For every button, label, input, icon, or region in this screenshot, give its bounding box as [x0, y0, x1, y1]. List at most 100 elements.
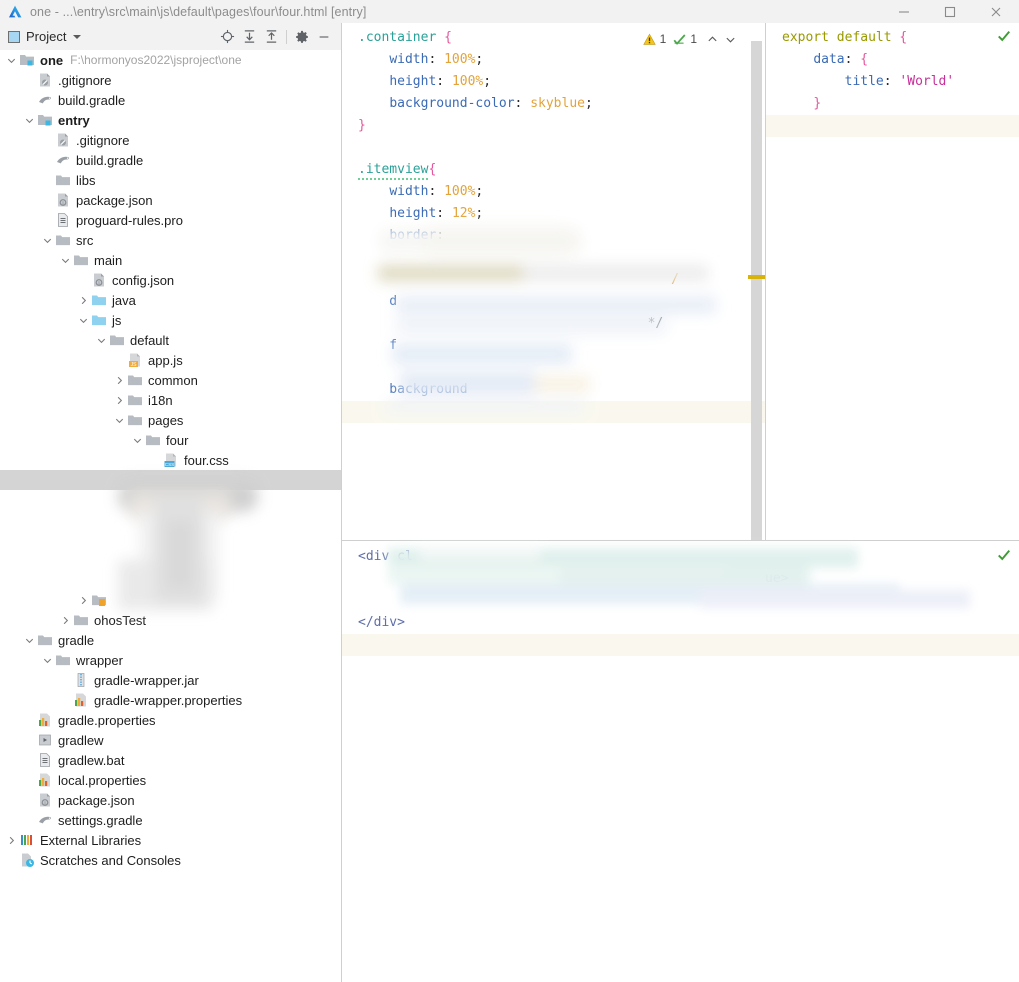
tree-row[interactable]	[0, 570, 341, 590]
chevron-down-icon[interactable]	[24, 635, 35, 646]
tree-item-libs[interactable]: libs	[0, 170, 341, 190]
tree-item-settings-gradle[interactable]: settings.gradle	[0, 810, 341, 830]
tree-item-gradle-wrapper-jar[interactable]: gradle-wrapper.jar	[0, 670, 341, 690]
code-line[interactable]	[358, 247, 765, 269]
tree-item-gradlew-bat[interactable]: gradlew.bat	[0, 750, 341, 770]
four-html-editor[interactable]: <div cl ue></div>	[342, 542, 1019, 982]
code-line[interactable]: height: 12%;	[358, 203, 765, 225]
code-line[interactable]: d	[358, 291, 765, 313]
chevron-down-icon[interactable]	[60, 255, 71, 266]
gear-icon[interactable]	[291, 26, 313, 48]
tree-item-gradle[interactable]: gradle	[0, 630, 341, 650]
code-line[interactable]	[358, 357, 765, 379]
code-line[interactable]: width: 100%;	[358, 49, 765, 71]
css-scrollbar-warning-marker[interactable]	[748, 275, 765, 279]
tree-item-app-js[interactable]: JSapp.js	[0, 350, 341, 370]
css-inspection-widget[interactable]: 1 1	[643, 28, 738, 50]
code-line[interactable]: title: 'World'	[782, 71, 1019, 93]
project-view-selector[interactable]: Project	[8, 29, 81, 44]
code-line[interactable]: ue>	[358, 568, 1019, 590]
tree-item-build-gradle[interactable]: build.gradle	[0, 150, 341, 170]
tree-row[interactable]	[0, 470, 341, 490]
tree-item-build-gradle[interactable]: build.gradle	[0, 90, 341, 110]
tree-item-gradle-wrapper-properties[interactable]: gradle-wrapper.properties	[0, 690, 341, 710]
four-css-editor[interactable]: .container { width: 100%; height: 100%; …	[342, 23, 765, 540]
code-line[interactable]: export default {	[782, 27, 1019, 49]
tree-item-gitignore[interactable]: .gitignore	[0, 130, 341, 150]
tree-item-i18n[interactable]: i18n	[0, 390, 341, 410]
minimize-window-button[interactable]	[881, 0, 927, 23]
chevron-down-icon[interactable]	[42, 235, 53, 246]
code-line[interactable]: data: {	[782, 49, 1019, 71]
chevron-down-icon[interactable]	[132, 435, 143, 446]
code-line[interactable]: border:	[358, 225, 765, 247]
chevron-right-icon[interactable]	[6, 835, 17, 846]
inspection-ok-check-icon[interactable]	[997, 29, 1011, 43]
chevron-down-icon[interactable]	[6, 55, 17, 66]
panel-divider-bottom[interactable]	[342, 540, 1019, 541]
code-line[interactable]: */	[358, 313, 765, 335]
chevron-down-icon[interactable]	[96, 335, 107, 346]
expand-all-button[interactable]	[238, 26, 260, 48]
css-editor-scrollbar[interactable]	[751, 41, 762, 540]
code-line[interactable]: width: 100%;	[358, 181, 765, 203]
chevron-down-icon[interactable]	[42, 655, 53, 666]
tree-item-four-css[interactable]: CSSfour.css	[0, 450, 341, 470]
tree-row[interactable]	[0, 510, 341, 530]
tree-item-java[interactable]: java	[0, 290, 341, 310]
tree-item-wrapper[interactable]: wrapper	[0, 650, 341, 670]
tree-item-main[interactable]: main	[0, 250, 341, 270]
tree-item-four[interactable]: four	[0, 430, 341, 450]
code-line[interactable]: height: 100%;	[358, 71, 765, 93]
tree-row[interactable]	[0, 530, 341, 550]
tree-item-local-properties[interactable]: local.properties	[0, 770, 341, 790]
tree-item-entry[interactable]: entry	[0, 110, 341, 130]
chevron-right-icon[interactable]	[114, 395, 125, 406]
code-line[interactable]: <div cl	[358, 546, 1019, 568]
tree-item-common[interactable]: common	[0, 370, 341, 390]
tree-item-package-json[interactable]: {}package.json	[0, 790, 341, 810]
tree-item-ohostest[interactable]: ohosTest	[0, 610, 341, 630]
chevron-right-icon[interactable]	[60, 615, 71, 626]
chevron-right-icon[interactable]	[78, 295, 89, 306]
tree-row[interactable]	[0, 490, 341, 510]
tree-item-config-json[interactable]: {}config.json	[0, 270, 341, 290]
project-tree[interactable]: oneF:\hormonyos2022\jsproject\one.gitign…	[0, 50, 341, 982]
tree-item-gradle-properties[interactable]: gradle.properties	[0, 710, 341, 730]
tree-item-js[interactable]: js	[0, 310, 341, 330]
chevron-down-icon[interactable]	[24, 115, 35, 126]
chevron-down-icon[interactable]	[722, 31, 738, 47]
tree-item-gitignore[interactable]: .gitignore	[0, 70, 341, 90]
chevron-down-icon[interactable]	[114, 415, 125, 426]
tree-item-package-json[interactable]: {}package.json	[0, 190, 341, 210]
tree-item-external-libraries[interactable]: External Libraries	[0, 830, 341, 850]
code-line[interactable]: background-color: skyblue;	[358, 93, 765, 115]
tree-item-gradlew[interactable]: gradlew	[0, 730, 341, 750]
maximize-window-button[interactable]	[927, 0, 973, 23]
collapse-all-button[interactable]	[260, 26, 282, 48]
tree-item-default[interactable]: default	[0, 330, 341, 350]
code-line[interactable]: .itemview{	[358, 159, 765, 181]
code-line[interactable]	[358, 137, 765, 159]
tree-row[interactable]	[0, 550, 341, 570]
tree-row[interactable]	[0, 590, 341, 610]
chevron-right-icon[interactable]	[114, 375, 125, 386]
tree-item-proguard-rules-pro[interactable]: proguard-rules.pro	[0, 210, 341, 230]
tree-item-scratches-and-consoles[interactable]: Scratches and Consoles	[0, 850, 341, 870]
code-line[interactable]: background	[358, 379, 765, 401]
code-line[interactable]: /	[358, 269, 765, 291]
close-window-button[interactable]	[973, 0, 1019, 23]
code-line[interactable]: }	[782, 93, 1019, 115]
tree-item-one[interactable]: oneF:\hormonyos2022\jsproject\one	[0, 50, 341, 70]
inspection-ok-check-icon[interactable]	[997, 548, 1011, 562]
code-line[interactable]: f	[358, 335, 765, 357]
select-opened-file-button[interactable]	[216, 26, 238, 48]
hide-panel-button[interactable]	[313, 26, 335, 48]
code-line[interactable]	[358, 590, 1019, 612]
chevron-up-icon[interactable]	[704, 31, 720, 47]
code-line[interactable]: }	[358, 115, 765, 137]
four-js-editor[interactable]: export default { data: { title: 'World' …	[766, 23, 1019, 540]
chevron-right-icon[interactable]	[78, 595, 89, 606]
tree-item-src[interactable]: src	[0, 230, 341, 250]
tree-item-pages[interactable]: pages	[0, 410, 341, 430]
